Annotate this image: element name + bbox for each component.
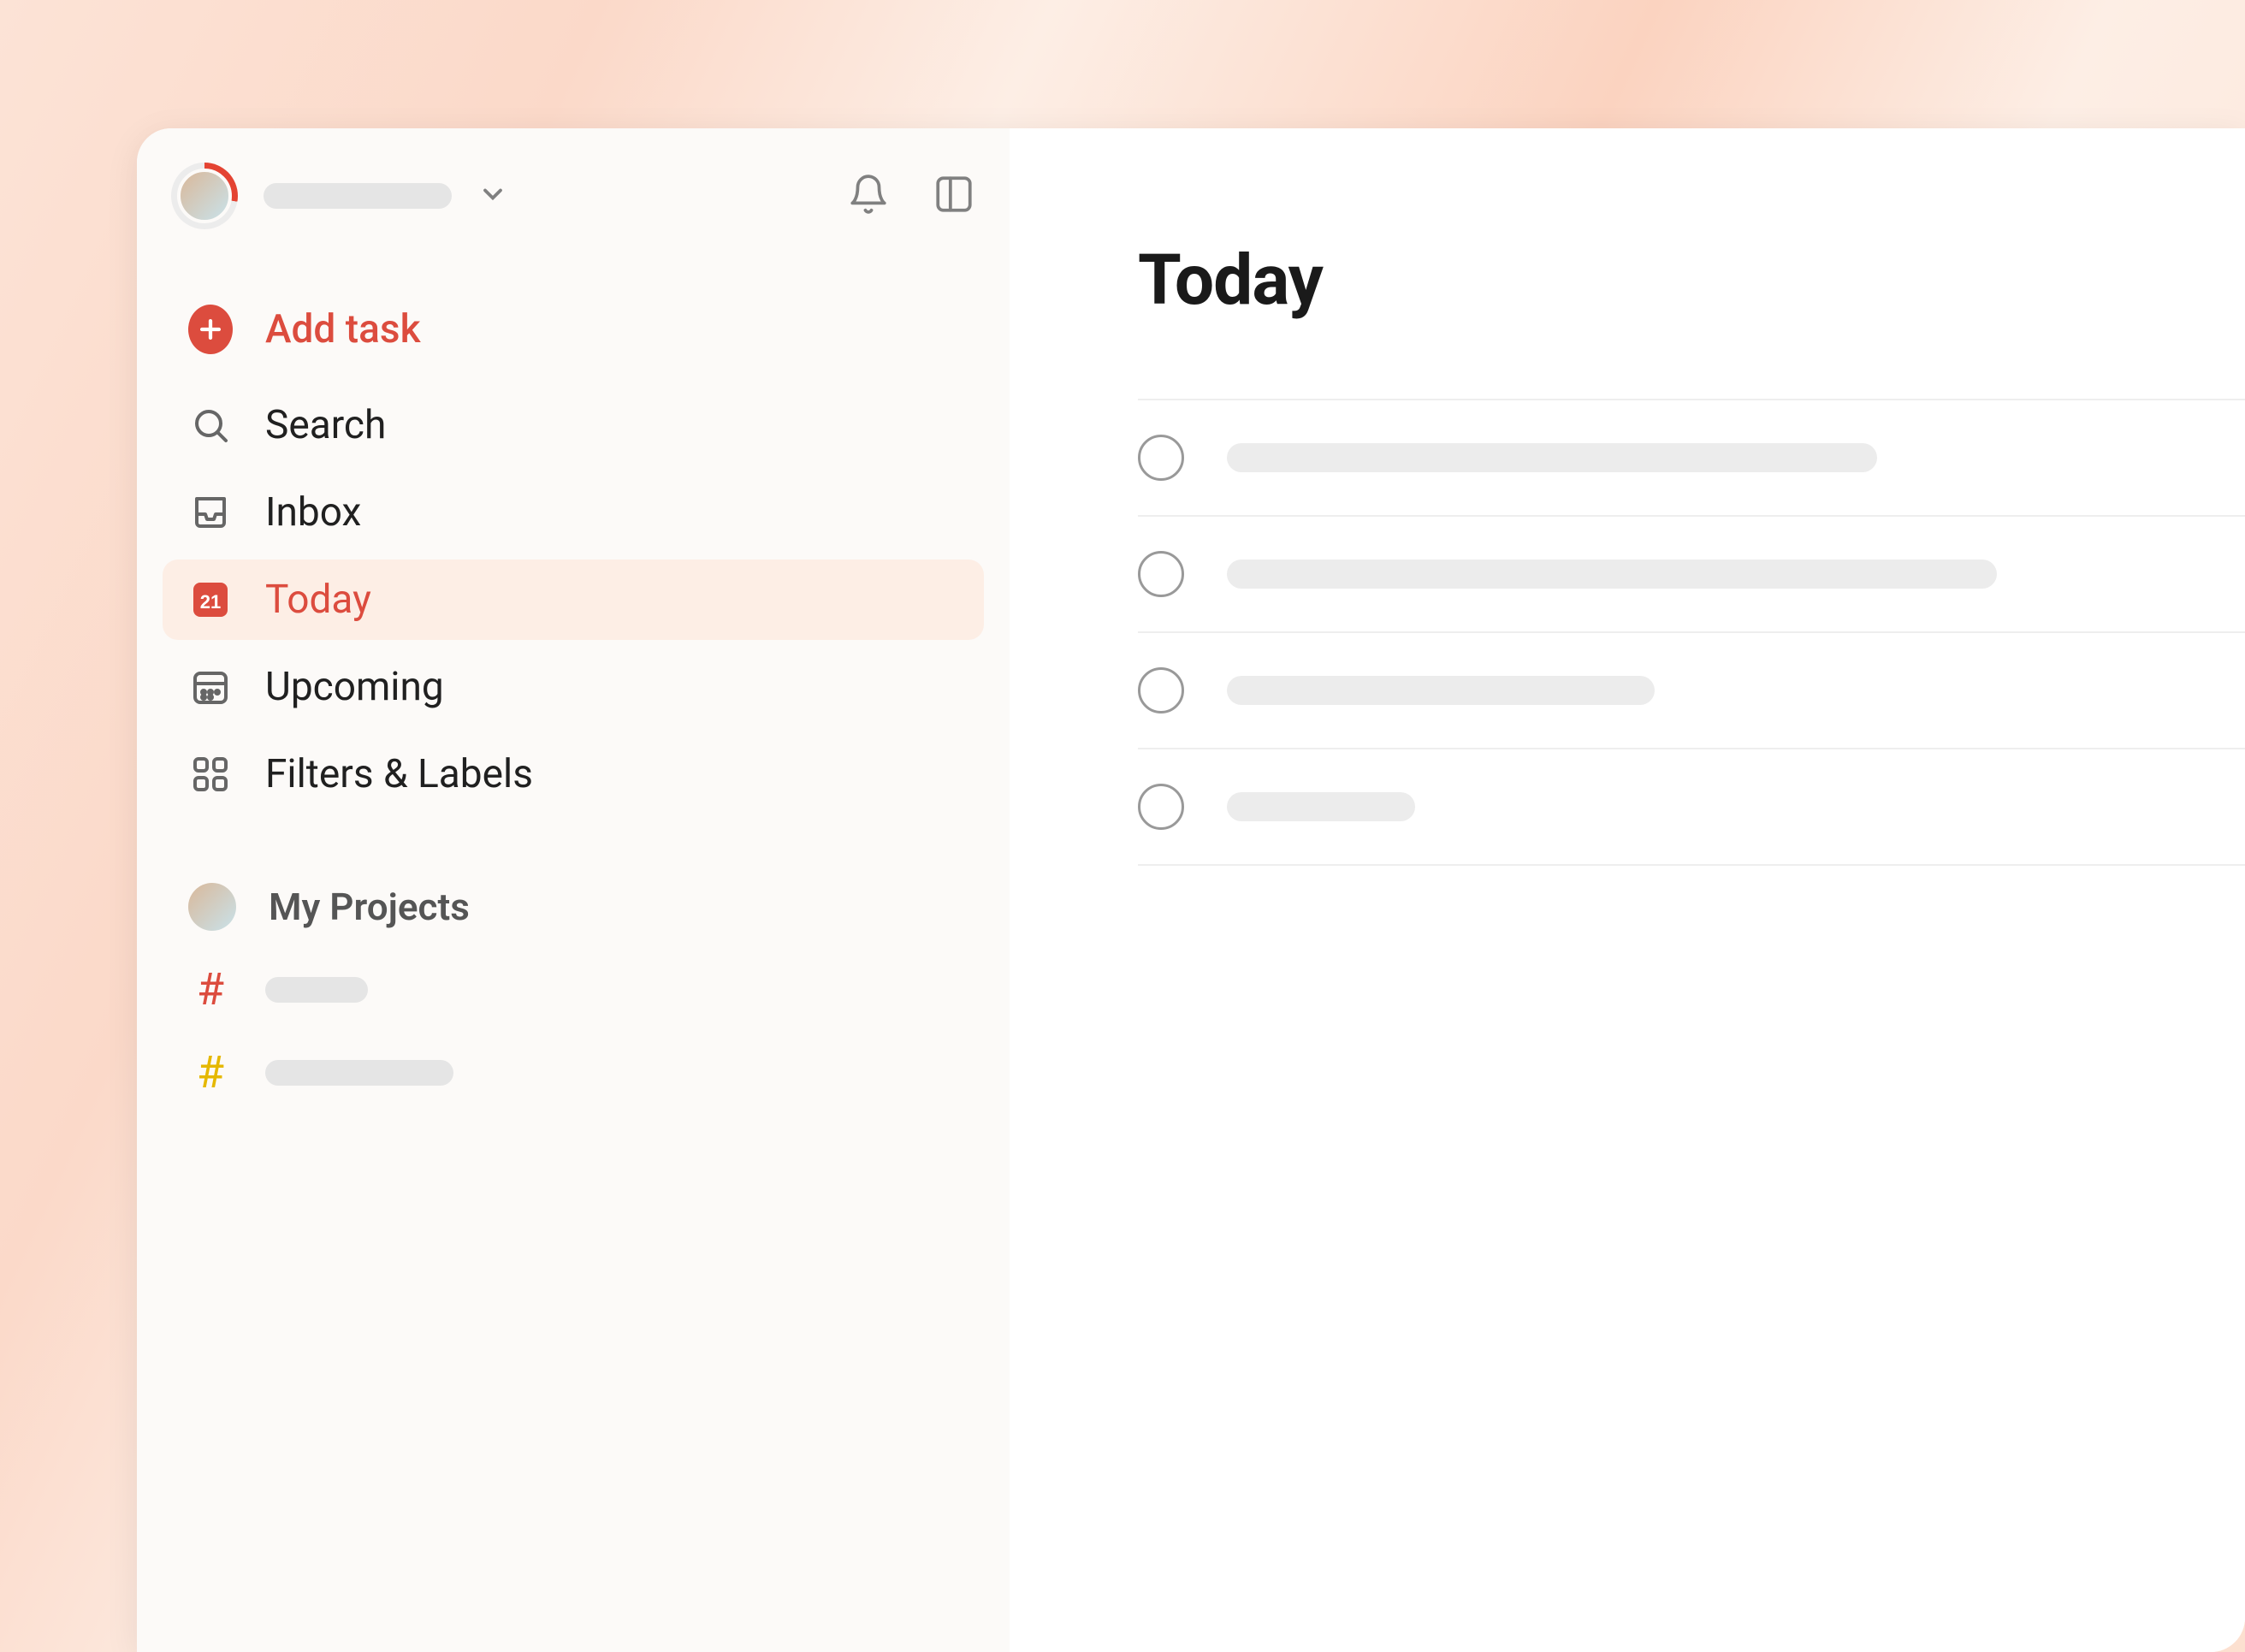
avatar xyxy=(177,169,232,223)
plus-icon xyxy=(188,307,233,352)
page-title: Today xyxy=(1138,240,2245,322)
hash-icon: # xyxy=(188,963,233,1015)
search-icon xyxy=(188,403,233,447)
task-row[interactable] xyxy=(1138,515,2245,631)
task-list xyxy=(1138,399,2245,866)
task-checkbox[interactable] xyxy=(1138,784,1184,830)
task-title-placeholder xyxy=(1227,443,1877,472)
task-row[interactable] xyxy=(1138,631,2245,748)
workspace-avatar xyxy=(188,883,236,931)
nav-inbox[interactable]: Inbox xyxy=(163,472,984,553)
task-checkbox[interactable] xyxy=(1138,667,1184,713)
add-task-button[interactable]: Add task xyxy=(163,289,984,370)
nav-today[interactable]: 21 Today xyxy=(163,560,984,640)
projects-header[interactable]: My Projects xyxy=(163,866,984,948)
task-row[interactable] xyxy=(1138,399,2245,515)
projects-header-label: My Projects xyxy=(269,885,470,929)
project-name-placeholder xyxy=(265,1060,453,1086)
avatar-progress-ring[interactable] xyxy=(171,163,238,229)
nav-filters[interactable]: Filters & Labels xyxy=(163,734,984,814)
nav-filters-label: Filters & Labels xyxy=(265,751,533,797)
background-gradient: Add task Search Inbox 21 xyxy=(0,0,2245,1652)
project-item[interactable]: # xyxy=(163,948,984,1031)
task-title-placeholder xyxy=(1227,792,1415,821)
sidebar-header xyxy=(163,163,984,289)
task-title-placeholder xyxy=(1227,676,1655,705)
task-row[interactable] xyxy=(1138,748,2245,866)
add-task-label: Add task xyxy=(265,306,421,352)
task-checkbox[interactable] xyxy=(1138,435,1184,481)
nav-today-label: Today xyxy=(265,577,371,623)
sidebar: Add task Search Inbox 21 xyxy=(137,128,1010,1652)
main-content: Today xyxy=(1010,128,2245,1652)
nav-search[interactable]: Search xyxy=(163,385,984,465)
nav-search-label: Search xyxy=(265,402,386,448)
username-placeholder xyxy=(264,183,452,209)
hash-icon: # xyxy=(188,1046,233,1098)
project-item[interactable]: # xyxy=(163,1031,984,1114)
app-window: Add task Search Inbox 21 xyxy=(137,128,2245,1652)
notifications-icon[interactable] xyxy=(847,173,890,219)
nav-upcoming[interactable]: Upcoming xyxy=(163,647,984,727)
inbox-icon xyxy=(188,490,233,535)
sidebar-header-actions xyxy=(847,173,975,219)
task-checkbox[interactable] xyxy=(1138,551,1184,597)
project-name-placeholder xyxy=(265,977,368,1003)
nav-inbox-label: Inbox xyxy=(265,489,361,536)
today-icon: 21 xyxy=(188,577,233,622)
svg-text:21: 21 xyxy=(200,591,221,613)
task-title-placeholder xyxy=(1227,560,1997,589)
filters-icon xyxy=(188,752,233,796)
upcoming-icon xyxy=(188,665,233,709)
sidebar-nav: Add task Search Inbox 21 xyxy=(163,289,984,814)
chevron-down-icon[interactable] xyxy=(477,179,508,213)
nav-upcoming-label: Upcoming xyxy=(265,664,444,710)
panel-toggle-icon[interactable] xyxy=(933,173,975,219)
